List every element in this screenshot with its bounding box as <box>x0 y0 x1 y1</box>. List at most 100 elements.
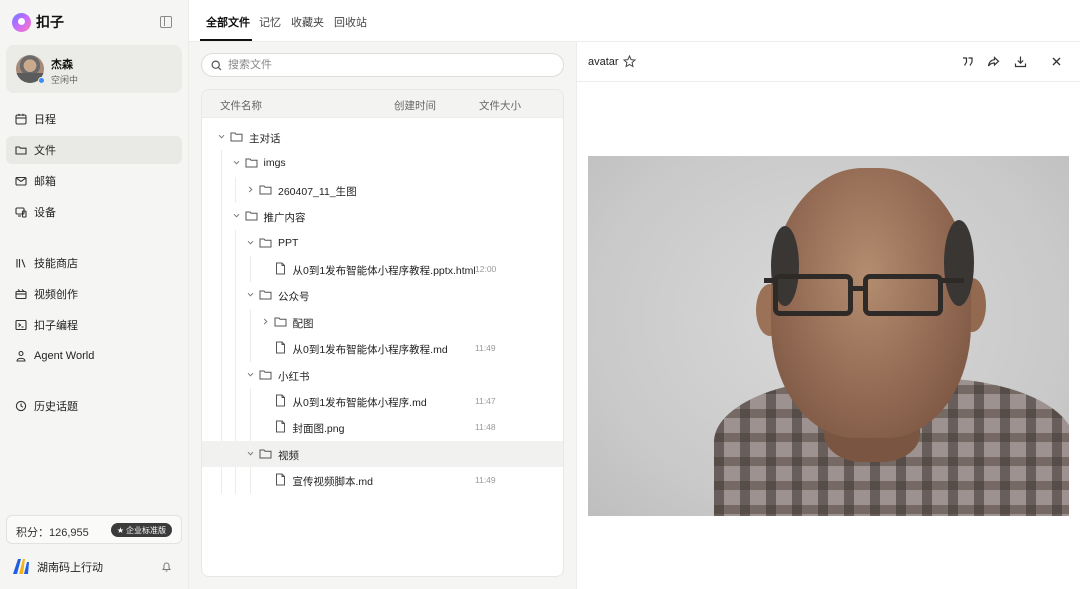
agent-icon <box>16 350 26 362</box>
tree-file-row[interactable]: 从0到1发布智能体小程序教程.md 11:49 <box>202 335 563 361</box>
tree-folder-row[interactable]: PPT <box>202 230 563 256</box>
sidebar-item-coze-coding[interactable]: 扣子编程 <box>6 311 182 339</box>
tab-bar: 全部文件 记忆 收藏夹 回收站 <box>189 0 1080 42</box>
plan-badge-label: 企业标准版 <box>126 525 166 535</box>
tree-item-time: 11:49 <box>475 343 496 354</box>
org-name: 湖南码上行动 <box>37 561 103 574</box>
tree-folder-row[interactable]: 推广内容 <box>202 203 563 229</box>
device-icon <box>15 207 27 218</box>
tree-file-row[interactable]: 宣传视频脚本.md 11:49 <box>202 467 563 493</box>
tree-folder-row[interactable]: 主对话 <box>202 124 563 150</box>
user-card[interactable]: 杰森 空闲中 <box>6 45 182 93</box>
preview-panel: avatar <box>576 42 1080 589</box>
column-header-size[interactable]: 文件大小 <box>479 98 521 113</box>
sidebar-item-mail[interactable]: 邮箱 <box>6 167 182 195</box>
tree-item-time: 11:48 <box>475 422 496 433</box>
quote-icon[interactable] <box>961 55 974 68</box>
sidebar-item-label: 历史话题 <box>34 401 78 413</box>
photo-glasses-temple <box>940 278 964 283</box>
tab-all-files[interactable]: 全部文件 <box>206 14 250 30</box>
star-icon: ★ <box>116 525 124 535</box>
chevron-right-icon[interactable] <box>261 317 270 326</box>
download-icon[interactable] <box>1014 55 1027 68</box>
tab-recycle-bin[interactable]: 回收站 <box>334 14 367 30</box>
sidebar-item-history[interactable]: 历史话题 <box>6 392 182 420</box>
tree-folder-row[interactable]: 视频 <box>202 440 563 467</box>
tree-item-time: 11:47 <box>475 396 496 406</box>
folder-icon <box>259 238 272 248</box>
chevron-down-icon[interactable] <box>232 211 241 220</box>
tab-favorites[interactable]: 收藏夹 <box>291 14 324 30</box>
plan-badge[interactable]: ★ 企业标准版 <box>110 523 172 537</box>
file-icon <box>275 262 285 275</box>
favorite-star-icon[interactable] <box>623 55 636 68</box>
tree-file-row[interactable]: 从0到1发布智能体小程序教程.pptx.html 12:00 <box>202 256 563 282</box>
folder-icon <box>259 290 272 300</box>
org-switcher[interactable]: 湖南码上行动 <box>12 558 103 575</box>
brand-name: 扣子 <box>36 14 64 30</box>
credits-text: 积分：126,955 <box>16 527 89 539</box>
tree-item-name: imgs <box>263 157 286 170</box>
tree-folder-row[interactable]: 260407_11_生图 <box>202 177 563 203</box>
chevron-down-icon[interactable] <box>246 290 255 299</box>
close-icon[interactable] <box>1050 55 1063 68</box>
search-icon <box>211 59 222 70</box>
chevron-down-icon[interactable] <box>246 449 255 458</box>
brand[interactable]: 扣子 <box>12 12 64 32</box>
tree-file-row[interactable]: 从0到1发布智能体小程序.md 11:47 <box>202 388 563 414</box>
folder-icon <box>259 370 272 380</box>
tree-item-name: 推广内容 <box>263 212 306 225</box>
chevron-down-icon[interactable] <box>232 158 241 167</box>
video-icon <box>15 289 27 300</box>
tree-item-name: PPT <box>278 236 299 249</box>
sidebar-item-files[interactable]: 文件 <box>6 136 182 164</box>
table-header: 文件名称 创建时间 文件大小 <box>202 90 563 118</box>
share-icon[interactable] <box>987 55 1000 68</box>
sidebar: 扣子 杰森 空闲中 日程 文件 邮箱 设备 技能商店 视频创作 扣子编程 Age… <box>0 0 189 589</box>
sidebar-item-video-creation[interactable]: 视频创作 <box>6 280 182 308</box>
tree-item-name: 260407_11_生图 <box>278 185 357 198</box>
tree-folder-row[interactable]: 公众号 <box>202 282 563 308</box>
tree-item-name: 视频 <box>278 449 299 462</box>
calendar-icon <box>15 113 27 125</box>
tree-item-name: 公众号 <box>278 291 310 304</box>
photo-hair <box>944 220 974 306</box>
user-status: 空闲中 <box>51 75 79 85</box>
column-header-created[interactable]: 创建时间 <box>394 98 436 113</box>
file-icon <box>275 473 285 486</box>
app-window: 扣子 杰森 空闲中 日程 文件 邮箱 设备 技能商店 视频创作 扣子编程 Age… <box>0 0 1080 589</box>
tree-item-name: 封面图.png <box>292 423 345 436</box>
sidebar-item-skill-store[interactable]: 技能商店 <box>6 249 182 277</box>
user-name: 杰森 <box>51 59 73 71</box>
sidebar-item-label: Agent World <box>34 350 95 362</box>
tree-item-time: 12:00 <box>475 264 497 274</box>
sidebar-item-label: 日程 <box>34 114 56 126</box>
sidebar-toggle-icon[interactable] <box>160 16 172 28</box>
tree-folder-row[interactable]: 配图 <box>202 309 563 335</box>
column-header-name[interactable]: 文件名称 <box>220 98 262 113</box>
tab-memory[interactable]: 记忆 <box>259 14 281 30</box>
sidebar-item-label: 扣子编程 <box>34 320 78 332</box>
chevron-down-icon[interactable] <box>217 132 226 141</box>
tree-folder-row[interactable]: imgs <box>202 150 563 176</box>
tree-file-row[interactable]: 封面图.png 11:48 <box>202 414 563 440</box>
chevron-down-icon[interactable] <box>246 238 255 247</box>
sidebar-item-label: 文件 <box>34 145 56 157</box>
tree-item-name: 小红书 <box>278 370 310 383</box>
active-tab-indicator <box>200 39 252 41</box>
bell-icon[interactable] <box>161 561 172 572</box>
tree-folder-row[interactable]: 小红书 <box>202 362 563 388</box>
chevron-down-icon[interactable] <box>246 370 255 379</box>
credits-bar[interactable]: 积分：126,955 ★ 企业标准版 <box>6 515 182 544</box>
folder-icon <box>259 185 272 195</box>
search-box[interactable] <box>201 53 564 77</box>
file-icon <box>275 420 285 433</box>
search-input[interactable] <box>228 59 548 71</box>
sidebar-item-schedule[interactable]: 日程 <box>6 105 182 133</box>
sidebar-item-agent-world[interactable]: Agent World <box>6 342 182 370</box>
library-icon <box>16 259 26 268</box>
tree-item-time: 11:49 <box>475 475 496 486</box>
sidebar-item-devices[interactable]: 设备 <box>6 198 182 226</box>
tree-item-name: 配图 <box>292 317 314 330</box>
chevron-right-icon[interactable] <box>246 185 255 194</box>
